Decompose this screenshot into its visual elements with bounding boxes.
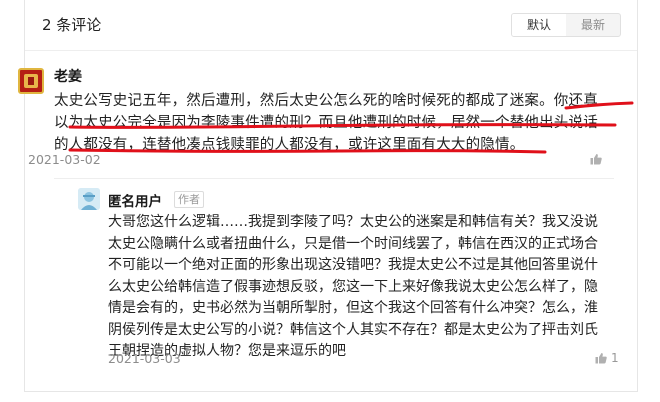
reply-author[interactable]: 匿名用户 <box>108 190 162 210</box>
anonymous-avatar-icon <box>78 188 100 210</box>
sort-default-button[interactable]: 默认 <box>512 14 566 36</box>
reply-date: 2021-03-03 <box>108 351 181 366</box>
reply-divider <box>54 178 614 179</box>
thumbs-up-icon <box>595 353 607 364</box>
sort-toggle: 默认 最新 <box>511 13 621 37</box>
avatar[interactable] <box>18 68 44 94</box>
reply-line: 太史公隐瞒什么或者扭曲什么，只是借一个时间线罢了，韩信在西汉的正式场合 <box>108 235 598 252</box>
comment-count-title: 2 条评论 <box>42 16 102 34</box>
comment-body: 太史公写史记五年，然后遭刑，然后太史公怎么死的啥时候死的都成了迷案。你还真 以为… <box>54 90 602 156</box>
reply-line: 阴侯列传是太史公写的小说？韩信这个人其实不存在？都是太史公为了抨击刘氏 <box>108 321 598 338</box>
avatar[interactable] <box>78 188 100 210</box>
sort-latest-button[interactable]: 最新 <box>566 14 620 36</box>
reply-line: 不可能以一个绝对正面的形象出现这没错吧？我提太史公不过是其他回答里说什 <box>108 257 598 273</box>
like-count: 1 <box>611 351 619 365</box>
reply-line: 大哥您这什么逻辑……我提到李陵了吗？太史公的迷案是和韩信有关？我又没说 <box>108 214 598 230</box>
comment-line: 的人都没有，连替他凑点钱赎罪的人都没有，或许这里面有大大的隐情。 <box>54 137 525 153</box>
comment-date: 2021-03-02 <box>28 152 101 167</box>
like-button[interactable] <box>590 153 606 165</box>
comment-line: 太史公写史记五年，然后遭刑，然后太史公怎么死的啥时候死的都成了迷案。你还真 <box>54 93 598 109</box>
author-tag: 作者 <box>174 191 204 208</box>
comment-header: 2 条评论 默认 最新 <box>25 0 637 51</box>
reply-line: 情是会有的，史书必然为当朝所掣肘，但这个我这个回答有什么冲突？怎么，淮 <box>108 300 598 316</box>
reply-body: 大哥您这什么逻辑……我提到李陵了吗？太史公的迷案是和韩信有关？我又没说 太史公隐… <box>108 212 616 363</box>
like-button[interactable]: 1 <box>595 351 619 365</box>
reply-line: 王朝捏造的虚拟人物？您是来逗乐的吧 <box>108 343 346 359</box>
comment-line: 以为太史公完全是因为李陵事件遭的刑？而且他遭刑的时候，居然一个替他出头说话 <box>54 115 598 131</box>
reply-line: 么太史公给韩信造了假事迹想反驳，您这一下上来好像我说太史公怎么样了，隐 <box>108 278 598 295</box>
comment-author[interactable]: 老姜 <box>54 66 82 86</box>
thumbs-up-icon <box>590 154 602 165</box>
